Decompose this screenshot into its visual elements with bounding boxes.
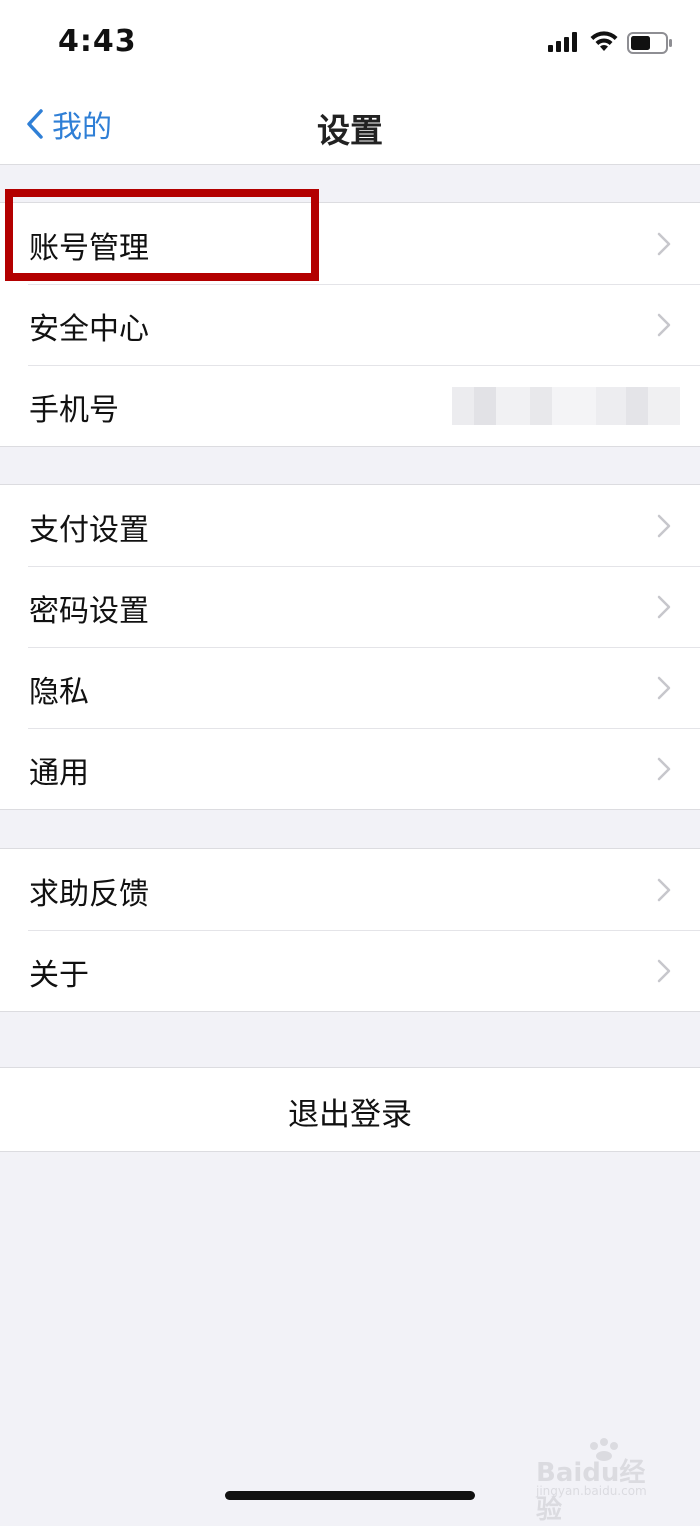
settings-item-security-center[interactable]: 安全中心	[0, 284, 700, 365]
settings-item-label: 安全中心	[29, 312, 149, 347]
settings-item-general[interactable]: 通用	[0, 728, 700, 809]
settings-item-label: 通用	[29, 756, 89, 791]
settings-item-about[interactable]: 关于	[0, 930, 700, 1011]
status-time: 4:43	[58, 24, 137, 59]
settings-item-privacy[interactable]: 隐私	[0, 647, 700, 728]
masked-phone-value	[452, 387, 680, 425]
nav-bar: 我的 设置	[0, 84, 700, 165]
battery-icon	[627, 32, 672, 54]
page-title: 设置	[317, 111, 383, 150]
chevron-right-icon	[657, 676, 671, 700]
settings-item-help-feedback[interactable]: 求助反馈	[0, 849, 700, 930]
watermark-url: jingyan.baidu.com	[536, 1484, 647, 1498]
home-indicator[interactable]	[225, 1491, 475, 1500]
signal-icon	[548, 32, 577, 52]
chevron-right-icon	[657, 514, 671, 538]
chevron-right-icon	[657, 232, 671, 256]
chevron-right-icon	[657, 878, 671, 902]
settings-item-payment-settings[interactable]: 支付设置	[0, 485, 700, 566]
logout-button[interactable]: 退出登录	[0, 1067, 700, 1152]
logout-label: 退出登录	[288, 1097, 412, 1133]
chevron-right-icon	[657, 313, 671, 337]
settings-item-password-settings[interactable]: 密码设置	[0, 566, 700, 647]
settings-item-label: 隐私	[29, 675, 89, 710]
settings-item-label: 账号管理	[29, 231, 149, 266]
chevron-right-icon	[657, 595, 671, 619]
settings-group-account: 账号管理 安全中心 手机号	[0, 202, 700, 447]
chevron-right-icon	[657, 757, 671, 781]
settings-group-preferences: 支付设置 密码设置 隐私 通用	[0, 484, 700, 810]
settings-item-label: 支付设置	[29, 513, 149, 548]
settings-item-account-management[interactable]: 账号管理	[0, 203, 700, 284]
wifi-icon	[590, 31, 618, 51]
settings-group-support: 求助反馈 关于	[0, 848, 700, 1012]
status-bar: 4:43	[0, 0, 700, 84]
watermark: Baidu经验 jingyan.baidu.com	[536, 1438, 666, 1525]
chevron-right-icon	[657, 959, 671, 983]
settings-item-label: 关于	[29, 958, 89, 993]
settings-item-label: 密码设置	[29, 594, 149, 629]
settings-item-label: 求助反馈	[29, 877, 149, 912]
settings-item-label: 手机号	[29, 393, 119, 428]
settings-item-phone-number[interactable]: 手机号	[0, 365, 700, 446]
